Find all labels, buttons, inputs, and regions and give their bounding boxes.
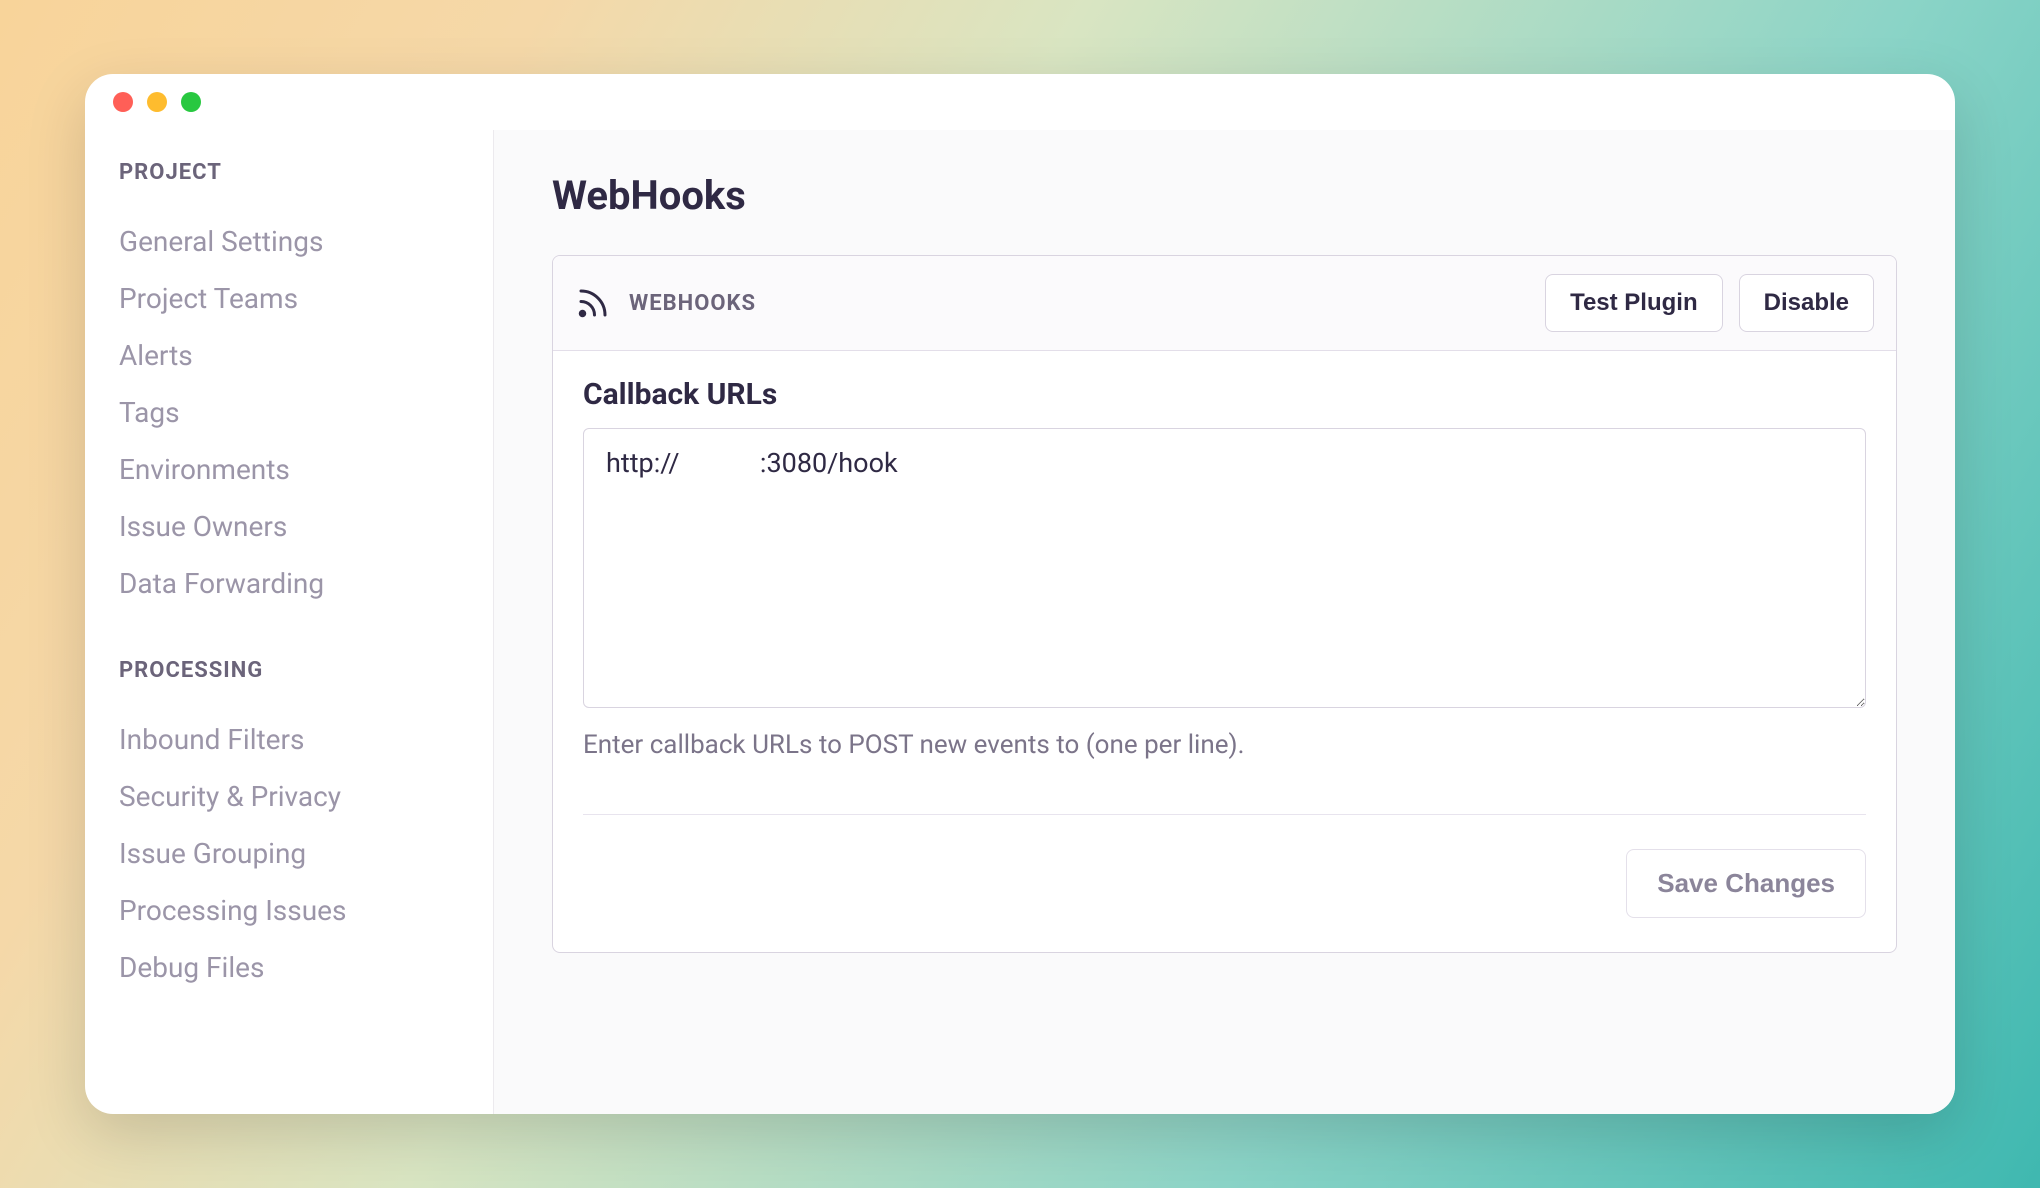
panel-footer: Save Changes (583, 815, 1866, 918)
sidebar-item-processing-issues[interactable]: Processing Issues (119, 882, 458, 939)
panel-header: WEBHOOKS Test Plugin Disable (553, 256, 1896, 351)
sidebar: PROJECT General Settings Project Teams A… (85, 130, 493, 1114)
sidebar-item-data-forwarding[interactable]: Data Forwarding (119, 555, 458, 612)
window-close-button[interactable] (113, 92, 133, 112)
sidebar-item-environments[interactable]: Environments (119, 441, 458, 498)
sidebar-item-project-teams[interactable]: Project Teams (119, 270, 458, 327)
window-maximize-button[interactable] (181, 92, 201, 112)
main-content: WebHooks WEBHOOKS T (493, 130, 1955, 1114)
callback-urls-label: Callback URLs (583, 377, 1866, 412)
sidebar-item-issue-grouping[interactable]: Issue Grouping (119, 825, 458, 882)
sidebar-section-header-project: PROJECT (119, 160, 458, 185)
panel-header-label: WEBHOOKS (629, 291, 756, 316)
sidebar-item-inbound-filters[interactable]: Inbound Filters (119, 711, 458, 768)
sidebar-item-security-privacy[interactable]: Security & Privacy (119, 768, 458, 825)
callback-urls-help: Enter callback URLs to POST new events t… (583, 730, 1866, 760)
sidebar-item-issue-owners[interactable]: Issue Owners (119, 498, 458, 555)
callback-urls-input[interactable] (583, 428, 1866, 708)
webhooks-panel: WEBHOOKS Test Plugin Disable Callback UR… (552, 255, 1897, 953)
sidebar-section-header-processing: PROCESSING (119, 658, 458, 683)
panel-body: Callback URLs Enter callback URLs to POS… (553, 351, 1896, 952)
sidebar-item-alerts[interactable]: Alerts (119, 327, 458, 384)
test-plugin-button[interactable]: Test Plugin (1545, 274, 1723, 332)
window-titlebar (85, 74, 1955, 130)
page-title: WebHooks (552, 172, 1897, 219)
panel-header-actions: Test Plugin Disable (1545, 274, 1874, 332)
window-minimize-button[interactable] (147, 92, 167, 112)
sidebar-item-debug-files[interactable]: Debug Files (119, 939, 458, 996)
sidebar-item-tags[interactable]: Tags (119, 384, 458, 441)
webhook-icon (575, 285, 611, 321)
content-row: PROJECT General Settings Project Teams A… (85, 130, 1955, 1114)
disable-button[interactable]: Disable (1739, 274, 1874, 332)
save-changes-button[interactable]: Save Changes (1626, 849, 1866, 918)
sidebar-item-general-settings[interactable]: General Settings (119, 213, 458, 270)
panel-header-left: WEBHOOKS (575, 285, 756, 321)
app-window: PROJECT General Settings Project Teams A… (85, 74, 1955, 1114)
